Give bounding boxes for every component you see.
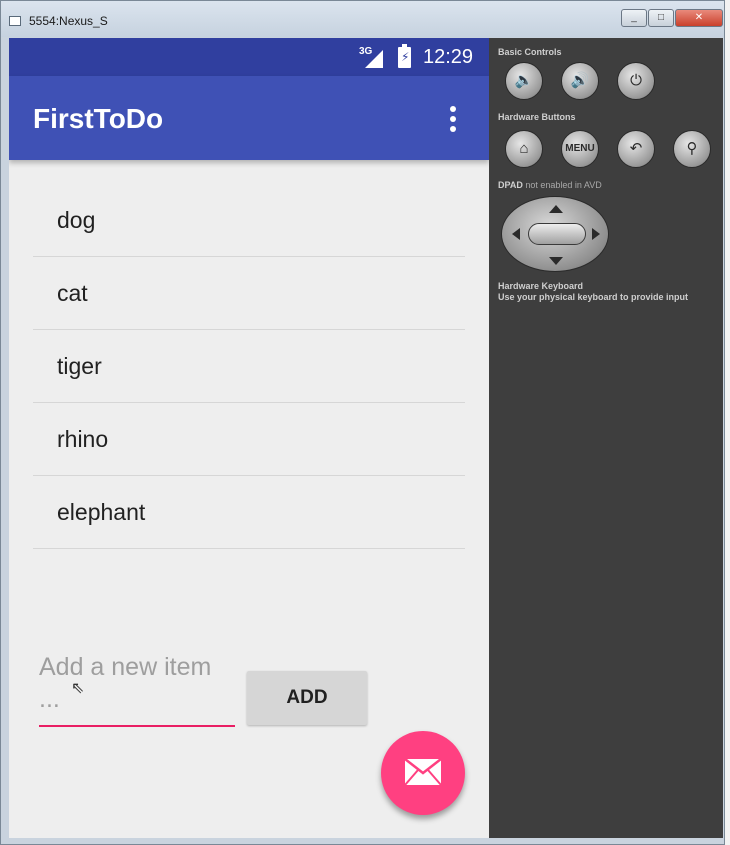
dpad[interactable] — [501, 196, 609, 272]
back-button[interactable]: ↶ — [617, 130, 655, 168]
maximize-button[interactable]: □ — [648, 9, 674, 27]
dpad-right-icon[interactable] — [592, 228, 600, 240]
dpad-up-icon[interactable] — [549, 205, 563, 213]
list-item[interactable]: tiger — [33, 330, 465, 403]
dpad-title: DPAD — [498, 180, 523, 190]
menu-button-label: MENU — [565, 143, 595, 154]
close-button[interactable]: ✕ — [675, 9, 723, 27]
todo-list: dog cat tiger rhino elephant — [33, 184, 465, 549]
search-button[interactable]: ⚲ — [673, 130, 711, 168]
list-item[interactable]: dog — [33, 184, 465, 257]
emulator-controls-panel: Basic Controls 🔈 🔊 ⏻ Hardware Buttons ⌂ … — [489, 38, 723, 838]
mouse-cursor-icon: ⇖ — [71, 680, 85, 697]
dpad-note: not enabled in AVD — [525, 180, 602, 190]
volume-down-button[interactable]: 🔈 — [505, 62, 543, 100]
emulator-window: 5554:Nexus_S _ □ ✕ 3G ⚡ 12:29 FirstToDo … — [0, 0, 725, 845]
phone-screen: 3G ⚡ 12:29 FirstToDo dog cat tiger rhino… — [9, 38, 489, 838]
status-bar: 3G ⚡ 12:29 — [9, 38, 489, 76]
hardware-keyboard-label: Hardware Keyboard — [498, 281, 584, 291]
dpad-center-button[interactable] — [528, 223, 586, 245]
window-title: 5554:Nexus_S — [29, 14, 108, 28]
app-bar: FirstToDo — [9, 76, 489, 160]
volume-down-icon: 🔈 — [514, 72, 534, 89]
list-item[interactable]: rhino — [33, 403, 465, 476]
minimize-button[interactable]: _ — [621, 9, 647, 27]
dpad-label: DPAD not enabled in AVD — [498, 180, 602, 190]
home-icon: ⌂ — [519, 140, 529, 157]
menu-button[interactable]: MENU — [561, 130, 599, 168]
battery-icon: ⚡ — [398, 44, 411, 68]
new-item-placeholder: Add a new item ... — [39, 653, 212, 713]
overflow-menu-icon[interactable] — [443, 106, 463, 134]
power-icon: ⏻ — [630, 72, 642, 89]
list-item[interactable]: elephant — [33, 476, 465, 549]
power-button[interactable]: ⏻ — [617, 62, 655, 100]
add-button[interactable]: ADD — [247, 671, 367, 725]
status-clock: 12:29 — [423, 46, 474, 68]
search-icon: ⚲ — [686, 140, 698, 157]
back-icon: ↶ — [629, 140, 643, 157]
hardware-keyboard-note: Use your physical keyboard to provide in… — [498, 292, 689, 302]
signal-icon — [365, 50, 383, 68]
email-fab[interactable] — [381, 731, 465, 815]
mail-icon — [404, 758, 442, 786]
dpad-down-icon[interactable] — [549, 257, 563, 265]
basic-controls-label: Basic Controls — [498, 47, 562, 57]
window-titlebar[interactable]: 5554:Nexus_S _ □ ✕ — [1, 1, 724, 37]
volume-up-icon: 🔊 — [570, 72, 590, 89]
dpad-left-icon[interactable] — [512, 228, 520, 240]
list-item[interactable]: cat — [33, 257, 465, 330]
window-app-icon — [9, 16, 21, 26]
volume-up-button[interactable]: 🔊 — [561, 62, 599, 100]
app-title: FirstToDo — [33, 103, 164, 134]
new-item-input[interactable]: Add a new item ... — [39, 649, 235, 727]
home-button[interactable]: ⌂ — [505, 130, 543, 168]
hardware-buttons-label: Hardware Buttons — [498, 112, 576, 122]
